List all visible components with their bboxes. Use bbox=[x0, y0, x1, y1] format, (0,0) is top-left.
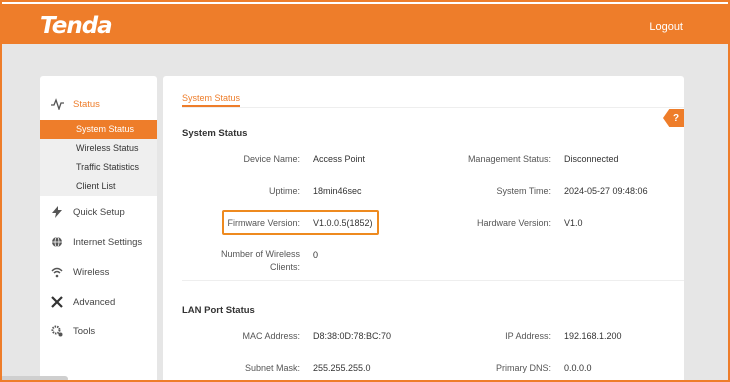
sidebar-subitem-label: System Status bbox=[76, 124, 135, 134]
sidebar-item-quick-setup[interactable]: Quick Setup bbox=[40, 202, 157, 222]
sidebar-item-status[interactable]: Status bbox=[40, 94, 157, 114]
primary-dns-value: 0.0.0.0 bbox=[564, 363, 592, 373]
bolt-icon bbox=[50, 205, 64, 219]
top-bar: Tenda Logout bbox=[0, 0, 730, 44]
uptime-label: Uptime: bbox=[268, 186, 300, 196]
device-name-label: Device Name: bbox=[243, 154, 300, 164]
sidebar-subitem-system-status[interactable]: System Status bbox=[40, 120, 157, 139]
sidebar-item-label: Status bbox=[73, 98, 100, 110]
logout-link[interactable]: Logout bbox=[649, 21, 683, 33]
wireless-clients-label-line2: Clients: bbox=[269, 262, 300, 272]
globe-icon bbox=[50, 235, 64, 249]
hardware-version-label: Hardware Version: bbox=[476, 218, 551, 228]
help-button[interactable]: ? bbox=[663, 109, 684, 127]
management-status-value: Disconnected bbox=[564, 154, 619, 164]
sidebar-item-tools[interactable]: Tools bbox=[40, 321, 157, 341]
wireless-clients-value: 0 bbox=[313, 250, 319, 260]
hardware-version-value: V1.0 bbox=[564, 218, 583, 228]
subnet-mask-value: 255.255.255.0 bbox=[313, 363, 371, 373]
tab-divider bbox=[182, 107, 684, 108]
uptime-value: 18min46sec bbox=[313, 186, 362, 196]
device-name-value: Access Point bbox=[313, 154, 366, 164]
sidebar-item-label: Wireless bbox=[73, 266, 110, 278]
sidebar-subitem-label: Traffic Statistics bbox=[76, 162, 140, 172]
wifi-icon bbox=[50, 265, 64, 279]
ip-address-label: IP Address: bbox=[505, 331, 551, 341]
sidebar-item-label: Tools bbox=[73, 325, 96, 337]
sidebar-subitem-client-list[interactable]: Client List bbox=[40, 177, 157, 196]
primary-dns-label: Primary DNS: bbox=[495, 363, 551, 373]
sidebar-item-label: Advanced bbox=[73, 296, 116, 308]
section-divider bbox=[182, 280, 684, 281]
tab-system-status[interactable]: System Status bbox=[182, 93, 241, 107]
subnet-mask-label: Subnet Mask: bbox=[244, 363, 300, 373]
sidebar: Status System Status Wireless Status Tra… bbox=[40, 76, 157, 382]
mac-address-label: MAC Address: bbox=[242, 331, 300, 341]
sidebar-item-label: Quick Setup bbox=[73, 206, 125, 218]
system-time-label: System Time: bbox=[496, 186, 551, 196]
sidebar-item-advanced[interactable]: Advanced bbox=[40, 292, 157, 312]
ip-address-value: 192.168.1.200 bbox=[564, 331, 622, 341]
management-status-label: Management Status: bbox=[467, 154, 551, 164]
system-time-value: 2024-05-27 09:48:06 bbox=[564, 186, 648, 196]
gears-icon bbox=[50, 324, 64, 338]
sidebar-subitem-label: Wireless Status bbox=[76, 143, 139, 153]
firmware-highlight-box bbox=[222, 210, 379, 235]
wireless-clients-label-line1: Number of Wireless bbox=[220, 249, 300, 259]
sidebar-item-label: Internet Settings bbox=[73, 236, 143, 248]
sidebar-subitem-traffic-statistics[interactable]: Traffic Statistics bbox=[40, 158, 157, 177]
section-title-lan-port-status: LAN Port Status bbox=[182, 305, 255, 316]
sidebar-item-internet-settings[interactable]: Internet Settings bbox=[40, 232, 157, 252]
tenda-logo: Tenda bbox=[40, 13, 113, 39]
tools-cross-icon bbox=[50, 295, 64, 309]
sidebar-item-wireless[interactable]: Wireless bbox=[40, 262, 157, 282]
pulse-icon bbox=[50, 97, 64, 111]
horizontal-scrollbar[interactable] bbox=[0, 376, 68, 382]
mac-address-value: D8:38:0D:78:BC:70 bbox=[313, 331, 392, 341]
sidebar-subitem-label: Client List bbox=[76, 181, 116, 191]
section-title-system-status: System Status bbox=[182, 128, 248, 139]
sidebar-subitem-wireless-status[interactable]: Wireless Status bbox=[40, 139, 157, 158]
